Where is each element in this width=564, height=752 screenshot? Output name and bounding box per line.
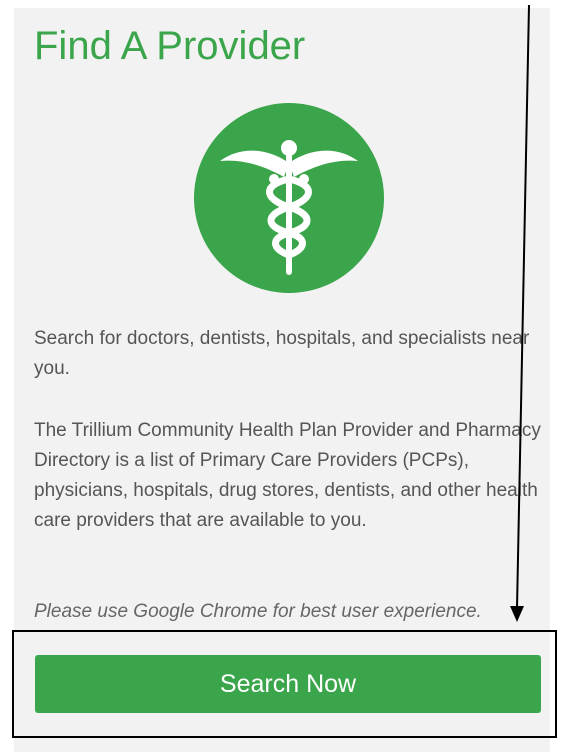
directory-description: The Trillium Community Health Plan Provi…: [34, 420, 541, 531]
search-now-button[interactable]: Search Now: [35, 655, 541, 713]
browser-note: Please use Google Chrome for best user e…: [34, 601, 482, 622]
page-title: Find A Provider: [34, 24, 306, 68]
caduceus-icon: [194, 103, 384, 293]
intro-text: Search for doctors, dentists, hospitals,…: [34, 328, 530, 379]
